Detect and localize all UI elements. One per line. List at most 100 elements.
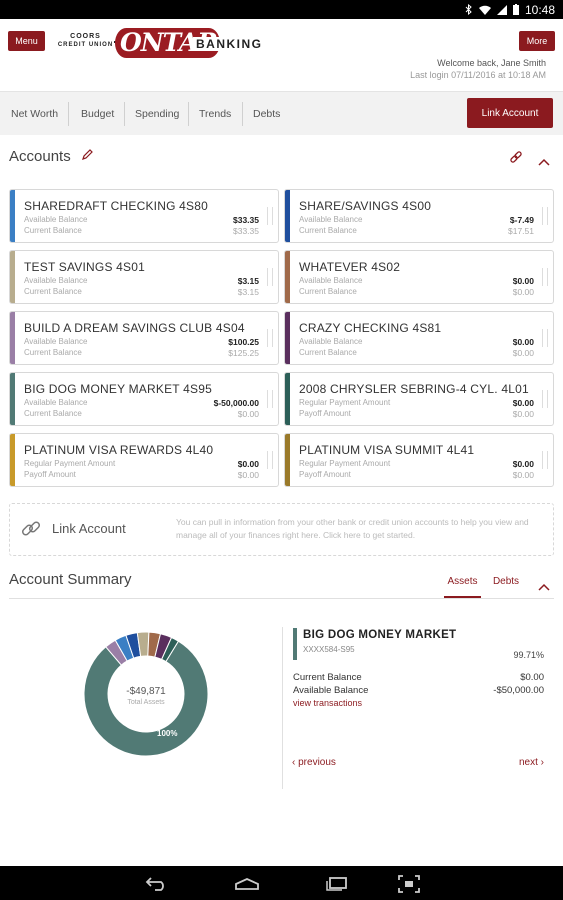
balance-label: Current Balance (24, 348, 82, 357)
donut-total-value: -$49,871 (126, 686, 166, 697)
balance-value: $0.00 (512, 470, 534, 480)
back-icon[interactable] (145, 875, 169, 891)
balance-value: $3.15 (237, 276, 259, 286)
balance-label: Available Balance (24, 215, 88, 224)
balance-value: $0.00 (512, 287, 534, 297)
account-summary-title: Account Summary (9, 571, 132, 588)
menu-button[interactable]: Menu (8, 31, 45, 51)
nav-net-worth[interactable]: Net Worth (11, 92, 58, 136)
pencil-icon[interactable] (81, 148, 94, 166)
account-name: SHARE/SAVINGS 4S00 (299, 199, 432, 213)
balance-label: Payoff Amount (24, 470, 76, 479)
balance-label: Available Balance (24, 337, 88, 346)
tab-assets[interactable]: Assets (444, 570, 481, 598)
balance-label: Current Balance (299, 348, 357, 357)
balance-value: $0.00 (237, 409, 259, 419)
balance-value: $33.35 (233, 215, 259, 225)
drag-handle-icon[interactable] (542, 329, 548, 347)
home-icon[interactable] (234, 875, 260, 891)
drag-handle-icon[interactable] (267, 329, 273, 347)
detail-current-label: Current Balance (293, 672, 362, 683)
accounts-title: Accounts (9, 148, 71, 165)
account-name: CRAZY CHECKING 4S81 (299, 321, 442, 335)
drag-handle-icon[interactable] (542, 268, 548, 286)
link-account-description: You can pull in information from your ot… (176, 517, 529, 540)
balance-value: $125.25 (228, 348, 259, 358)
account-card[interactable]: BUILD A DREAM SAVINGS CLUB 4S04 Availabl… (9, 311, 279, 365)
balance-value: $0.00 (512, 276, 534, 286)
detail-color-stripe (293, 628, 297, 660)
balance-value: $0.00 (512, 348, 534, 358)
previous-link[interactable]: ‹ previous (292, 757, 336, 768)
balance-label: Regular Payment Amount (299, 459, 391, 468)
view-transactions-link[interactable]: view transactions (293, 698, 362, 708)
balance-value: $0.00 (512, 459, 534, 469)
next-link[interactable]: next › (519, 757, 544, 768)
balance-label: Payoff Amount (299, 470, 351, 479)
link-icon (21, 519, 41, 544)
balance-label: Available Balance (299, 337, 363, 346)
account-name: PLATINUM VISA REWARDS 4L40 (24, 443, 214, 457)
account-card[interactable]: SHARE/SAVINGS 4S00 Available Balance $-7… (284, 189, 554, 243)
drag-handle-icon[interactable] (267, 268, 273, 286)
tab-debts[interactable]: Debts (487, 570, 525, 598)
account-card[interactable]: BIG DOG MONEY MARKET 4S95 Available Bala… (9, 372, 279, 426)
link-account-panel[interactable]: Link Account You can pull in information… (9, 503, 554, 556)
balance-label: Available Balance (299, 215, 363, 224)
balance-label: Current Balance (24, 409, 82, 418)
recent-apps-icon[interactable] (325, 875, 349, 891)
balance-label: Available Balance (299, 276, 363, 285)
account-name: WHATEVER 4S02 (299, 260, 401, 274)
account-card[interactable]: PLATINUM VISA REWARDS 4L40 Regular Payme… (9, 433, 279, 487)
balance-value: $0.00 (237, 470, 259, 480)
signal-icon (496, 4, 507, 15)
drag-handle-icon[interactable] (267, 390, 273, 408)
link-account-label: Link Account (52, 521, 126, 536)
collapse-accounts-chevron-up-icon[interactable] (538, 153, 550, 171)
logo-coors-text: COORS CREDIT UNION (57, 33, 114, 49)
account-card[interactable]: CRAZY CHECKING 4S81 Available Balance $0… (284, 311, 554, 365)
status-bar: 10:48 (0, 0, 563, 19)
balance-value: $0.00 (512, 398, 534, 408)
balance-label: Current Balance (299, 287, 357, 296)
account-card[interactable]: 2008 CHRYSLER SEBRING-4 CYL. 4L01 Regula… (284, 372, 554, 426)
account-card[interactable]: PLATINUM VISA SUMMIT 4L41 Regular Paymen… (284, 433, 554, 487)
collapse-summary-chevron-up-icon[interactable] (538, 578, 550, 596)
drag-handle-icon[interactable] (267, 207, 273, 225)
drag-handle-icon[interactable] (542, 451, 548, 469)
balance-label: Payoff Amount (299, 409, 351, 418)
balance-value: $3.15 (237, 287, 259, 297)
account-card[interactable]: TEST SAVINGS 4S01 Available Balance $3.1… (9, 250, 279, 304)
wifi-icon (478, 5, 491, 15)
account-card[interactable]: SHAREDRAFT CHECKING 4S80 Available Balan… (9, 189, 279, 243)
account-name: BUILD A DREAM SAVINGS CLUB 4S04 (24, 321, 245, 335)
detail-available-label: Available Balance (293, 685, 369, 696)
card-color-stripe (10, 190, 15, 242)
drag-handle-icon[interactable] (542, 390, 548, 408)
link-account-button[interactable]: Link Account (467, 98, 553, 128)
detail-current-value: $0.00 (520, 672, 544, 683)
drag-handle-icon[interactable] (267, 451, 273, 469)
drag-handle-icon[interactable] (542, 207, 548, 225)
more-button[interactable]: More (519, 31, 555, 51)
balance-value: $0.00 (237, 459, 259, 469)
nav-spending[interactable]: Spending (135, 92, 179, 136)
balance-label: Current Balance (24, 287, 82, 296)
balance-label: Regular Payment Amount (24, 459, 116, 468)
card-color-stripe (285, 312, 290, 364)
card-color-stripe (285, 434, 290, 486)
nav-budget[interactable]: Budget (81, 92, 114, 136)
account-card[interactable]: WHATEVER 4S02 Available Balance $0.00 Cu… (284, 250, 554, 304)
donut-total-label: Total Assets (127, 699, 165, 706)
balance-value: $0.00 (512, 337, 534, 347)
nav-debts[interactable]: Debts (253, 92, 280, 136)
nav-trends[interactable]: Trends (199, 92, 231, 136)
card-color-stripe (10, 251, 15, 303)
nav-divider (124, 102, 125, 126)
screenshot-icon[interactable] (398, 875, 420, 893)
balance-value: $33.35 (233, 226, 259, 236)
link-icon[interactable] (509, 151, 523, 170)
next-label: next (518, 757, 538, 768)
balance-label: Current Balance (24, 226, 82, 235)
balance-value: $17.51 (508, 226, 534, 236)
